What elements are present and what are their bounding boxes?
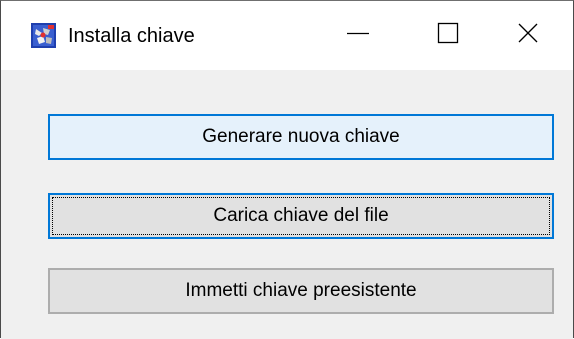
window-title: Installa chiave: [68, 25, 195, 47]
maximize-icon: [436, 21, 460, 50]
load-key-from-file-button[interactable]: Carica chiave del file: [48, 193, 554, 239]
dialog-body: Generare nuova chiave Carica chiave del …: [1, 70, 573, 339]
close-button[interactable]: [483, 1, 573, 70]
enter-existing-key-button[interactable]: Immetti chiave preesistente: [48, 268, 554, 314]
minimize-button[interactable]: [313, 1, 403, 70]
app-icon[interactable]: [31, 23, 56, 48]
title-bar[interactable]: Installa chiave: [1, 1, 573, 70]
load-key-from-file-label: Carica chiave del file: [213, 205, 389, 226]
generate-new-key-button[interactable]: Generare nuova chiave: [48, 114, 554, 160]
generate-new-key-label: Generare nuova chiave: [202, 126, 400, 147]
enter-existing-key-label: Immetti chiave preesistente: [185, 280, 417, 301]
close-icon: [516, 21, 540, 50]
minimize-icon: [346, 21, 370, 50]
dialog-window: Installa chiave Generare nuova chiave Ca…: [0, 0, 574, 339]
maximize-button[interactable]: [403, 1, 493, 70]
